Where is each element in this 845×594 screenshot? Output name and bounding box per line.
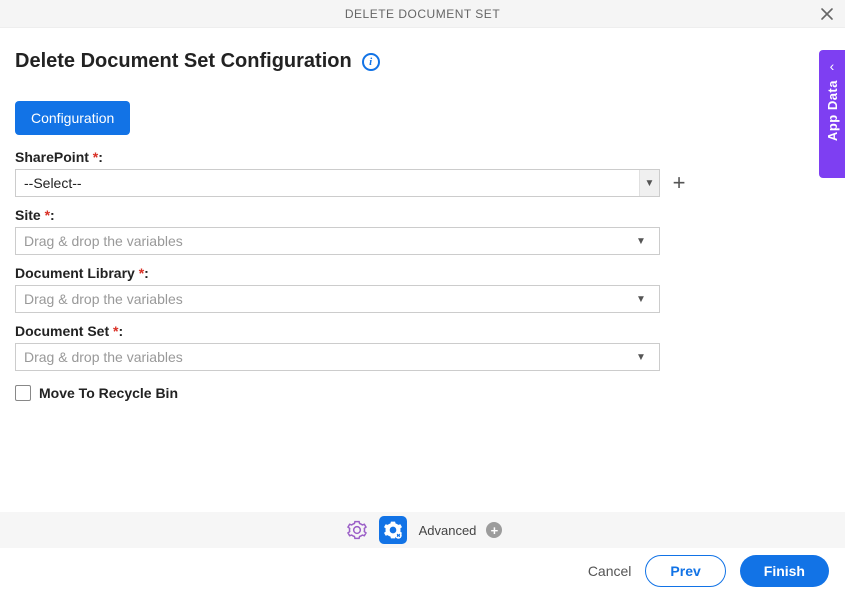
- label-document-set-text: Document Set: [15, 323, 113, 339]
- chevron-down-icon: ▼: [631, 236, 651, 247]
- chevron-down-icon: ▼: [639, 170, 659, 196]
- close-icon[interactable]: [815, 2, 839, 26]
- select-site[interactable]: Drag & drop the variables ▼: [15, 227, 660, 255]
- dialog-header: DELETE DOCUMENT SET: [0, 0, 845, 28]
- tab-row: Configuration: [15, 101, 830, 135]
- bottom-toolbar: Advanced +: [0, 512, 845, 548]
- label-colon: :: [144, 265, 149, 281]
- select-document-library[interactable]: Drag & drop the variables ▼: [15, 285, 660, 313]
- select-document-set[interactable]: Drag & drop the variables ▼: [15, 343, 660, 371]
- checkbox-move-recycle[interactable]: [15, 385, 31, 401]
- label-site: Site *:: [15, 207, 830, 223]
- info-icon[interactable]: i: [362, 53, 380, 71]
- select-site-placeholder: Drag & drop the variables: [24, 233, 631, 249]
- dialog-footer: Cancel Prev Finish: [0, 548, 845, 594]
- page-title-row: Delete Document Set Configuration i: [15, 50, 830, 73]
- label-document-library: Document Library *:: [15, 265, 830, 281]
- label-sharepoint: SharePoint *:: [15, 149, 830, 165]
- finish-button[interactable]: Finish: [740, 555, 829, 587]
- advanced-expand-button[interactable]: +: [486, 522, 502, 538]
- label-document-library-text: Document Library: [15, 265, 139, 281]
- select-sharepoint[interactable]: --Select-- ▼: [15, 169, 660, 197]
- field-site: Site *: Drag & drop the variables ▼: [15, 207, 830, 255]
- field-document-library: Document Library *: Drag & drop the vari…: [15, 265, 830, 313]
- select-document-set-placeholder: Drag & drop the variables: [24, 349, 631, 365]
- label-colon: :: [98, 149, 103, 165]
- dialog-body: Delete Document Set Configuration i Conf…: [0, 28, 845, 401]
- gear-settings-icon[interactable]: [379, 516, 407, 544]
- side-panel-tab-app-data[interactable]: ‹ App Data: [819, 50, 845, 178]
- advanced-label: Advanced: [419, 523, 477, 538]
- label-sharepoint-text: SharePoint: [15, 149, 93, 165]
- field-row-document-library: Drag & drop the variables ▼: [15, 285, 830, 313]
- field-row-site: Drag & drop the variables ▼: [15, 227, 830, 255]
- chevron-left-icon: ‹: [830, 58, 835, 74]
- label-site-text: Site: [15, 207, 45, 223]
- add-sharepoint-button[interactable]: +: [668, 170, 690, 196]
- gear-icon[interactable]: [343, 516, 371, 544]
- tab-configuration[interactable]: Configuration: [15, 101, 130, 135]
- cancel-button[interactable]: Cancel: [588, 563, 632, 579]
- field-move-recycle: Move To Recycle Bin: [15, 385, 830, 401]
- field-document-set: Document Set *: Drag & drop the variable…: [15, 323, 830, 371]
- label-move-recycle: Move To Recycle Bin: [39, 385, 178, 401]
- select-document-library-placeholder: Drag & drop the variables: [24, 291, 631, 307]
- field-row-sharepoint: --Select-- ▼ +: [15, 169, 830, 197]
- chevron-down-icon: ▼: [631, 294, 651, 305]
- label-colon: :: [50, 207, 55, 223]
- label-colon: :: [118, 323, 123, 339]
- prev-button[interactable]: Prev: [645, 555, 725, 587]
- field-sharepoint: SharePoint *: --Select-- ▼ +: [15, 149, 830, 197]
- page-title: Delete Document Set Configuration: [15, 50, 352, 73]
- select-sharepoint-value: --Select--: [24, 175, 639, 191]
- chevron-down-icon: ▼: [631, 352, 651, 363]
- label-document-set: Document Set *:: [15, 323, 830, 339]
- dialog-title: DELETE DOCUMENT SET: [345, 7, 500, 21]
- side-panel-label: App Data: [825, 80, 840, 141]
- field-row-document-set: Drag & drop the variables ▼: [15, 343, 830, 371]
